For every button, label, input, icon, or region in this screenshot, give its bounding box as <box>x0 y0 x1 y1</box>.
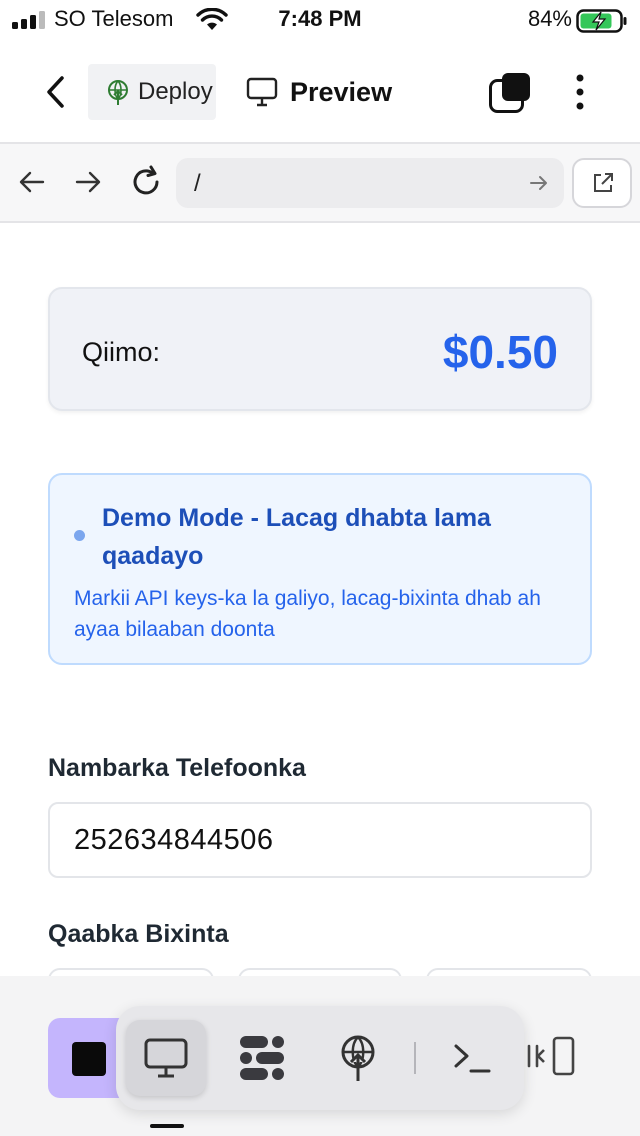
url-text: / <box>194 170 201 197</box>
status-dot-icon <box>74 530 85 541</box>
address-bar: / <box>0 144 640 222</box>
payment-option[interactable] <box>238 968 402 976</box>
status-bar: SO Telesom 7:48 PM 84% <box>0 0 640 40</box>
preview-tab[interactable]: Preview <box>246 64 392 120</box>
deploy-tab[interactable]: Deploy <box>88 64 216 120</box>
bottom-dock <box>0 976 640 1136</box>
dock-separator <box>414 1042 416 1074</box>
shell-dock-button[interactable] <box>432 1020 512 1096</box>
demo-mode-notice: Demo Mode - Lacag dhabta lama qaadayo Ma… <box>48 473 592 665</box>
battery-percent: 84% <box>527 6 572 31</box>
dock-toolbar <box>116 1006 524 1110</box>
go-arrow-icon[interactable] <box>528 172 550 194</box>
nav-forward-arrow-icon[interactable] <box>72 166 104 198</box>
payment-method-label: Qaabka Bixinta <box>48 920 229 948</box>
reload-icon[interactable] <box>128 164 164 200</box>
phone-input[interactable] <box>48 802 592 878</box>
stop-icon <box>72 1042 106 1076</box>
open-external-button[interactable] <box>572 158 632 208</box>
agent-dock-button[interactable] <box>222 1020 302 1096</box>
more-options-icon[interactable] <box>568 70 592 114</box>
deploy-icon <box>108 80 128 105</box>
web-preview: Qiimo: $0.50 Demo Mode - Lacag dhabta la… <box>0 224 640 976</box>
agent-icon <box>240 1036 284 1080</box>
tabs-switcher-icon[interactable] <box>488 72 532 114</box>
app-toolbar: Deploy Preview <box>0 54 640 130</box>
url-field[interactable]: / <box>176 158 564 208</box>
back-chevron-icon[interactable] <box>36 70 76 114</box>
battery-charging-icon <box>576 9 627 33</box>
phone-label: Nambarka Telefoonka <box>48 754 306 782</box>
payment-option[interactable] <box>426 968 592 976</box>
preview-label: Preview <box>290 76 393 107</box>
price-value: $0.50 <box>442 326 558 378</box>
side-panel-icon[interactable] <box>526 1036 576 1076</box>
payment-option[interactable] <box>48 968 214 976</box>
demo-description: Markii API keys-ka la galiyo, lacag-bixi… <box>74 587 541 641</box>
external-link-icon <box>594 173 613 192</box>
monitor-icon <box>144 1038 188 1078</box>
preview-dock-button[interactable] <box>126 1020 206 1096</box>
demo-title: Demo Mode - Lacag dhabta lama qaadayo <box>102 504 491 570</box>
nav-back-arrow-icon[interactable] <box>16 166 48 198</box>
home-indicator <box>150 1124 184 1128</box>
deploy-label: Deploy <box>138 78 213 105</box>
address-divider <box>0 221 640 223</box>
monitor-icon <box>246 77 278 107</box>
price-label: Qiimo: <box>82 337 161 367</box>
deploy-icon <box>341 1035 375 1081</box>
deploy-dock-button[interactable] <box>318 1020 398 1096</box>
price-card: Qiimo: $0.50 <box>48 287 592 411</box>
terminal-icon <box>454 1044 491 1073</box>
